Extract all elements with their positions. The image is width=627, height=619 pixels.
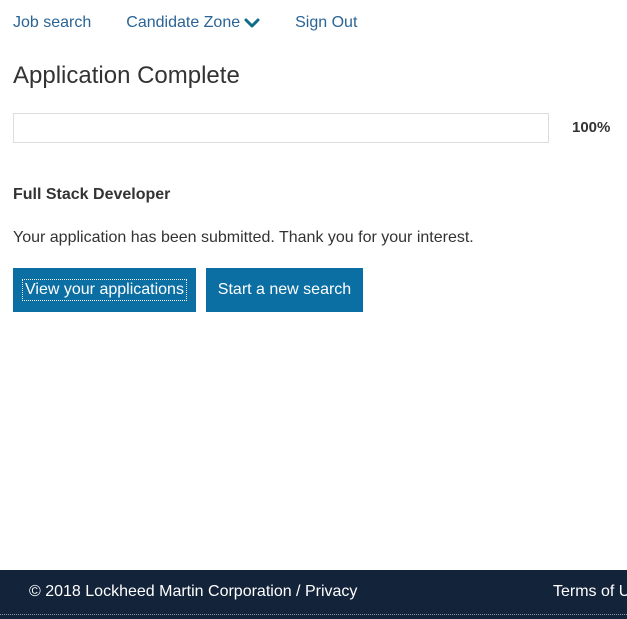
terms-of-use-link[interactable]: Terms of U — [553, 583, 627, 601]
footer-divider — [0, 614, 627, 615]
view-applications-button[interactable]: View your applications — [13, 268, 196, 312]
progress-percent: 100% — [572, 119, 611, 136]
candidate-zone-label: Candidate Zone — [126, 14, 241, 31]
chevron-down-icon — [244, 18, 260, 28]
view-applications-label: View your applications — [22, 279, 187, 301]
candidate-zone-menu[interactable]: Candidate Zone — [126, 14, 260, 32]
confirmation-message: Your application has been submitted. Tha… — [13, 229, 474, 246]
progress-bar-fill — [14, 114, 548, 142]
sign-out-link[interactable]: Sign Out — [295, 14, 357, 32]
footer-copyright: © 2018 Lockheed Martin Corporation / Pri… — [29, 583, 357, 601]
job-title: Full Stack Developer — [13, 186, 171, 203]
start-new-search-button[interactable]: Start a new search — [206, 268, 363, 312]
privacy-link[interactable]: Privacy — [305, 583, 357, 600]
page-title: Application Complete — [13, 62, 240, 89]
footer: © 2018 Lockheed Martin Corporation / Pri… — [0, 570, 627, 619]
copyright-text: © 2018 Lockheed Martin Corporation / — [29, 583, 305, 600]
progress-bar — [13, 113, 549, 143]
top-navigation: Job search Candidate Zone Sign Out — [13, 12, 357, 34]
job-search-link[interactable]: Job search — [13, 14, 91, 32]
